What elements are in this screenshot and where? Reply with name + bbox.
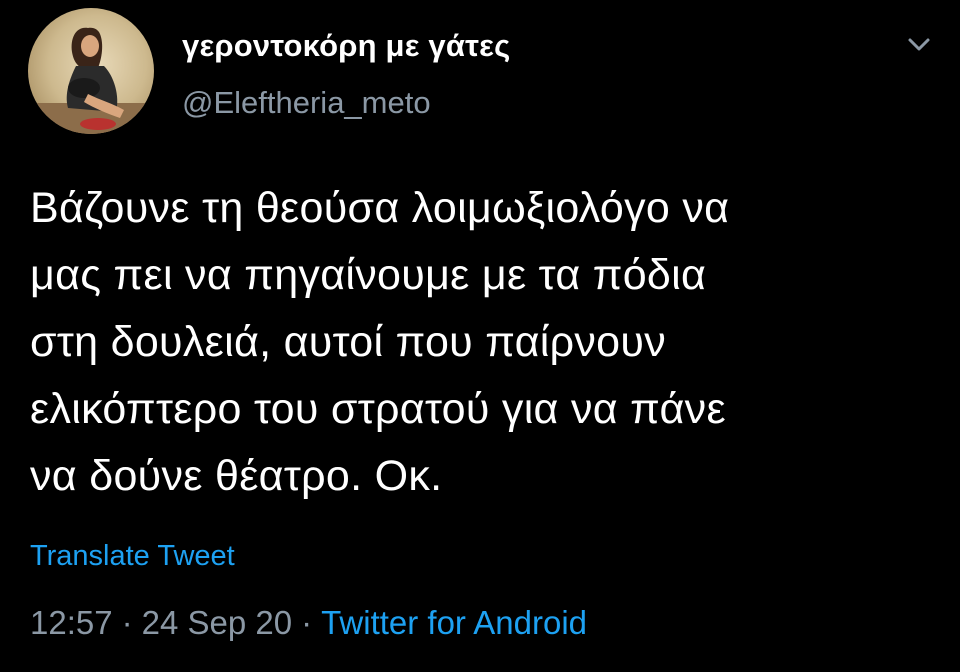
chevron-down-icon — [908, 38, 930, 51]
tweet-menu-button[interactable] — [898, 28, 940, 62]
tweet-card: γεροντοκόρη με γάτες @Eleftheria_meto Βά… — [0, 0, 960, 672]
meta-separator: · — [121, 604, 133, 641]
author-avatar[interactable] — [28, 8, 154, 134]
tweet-text: Βάζουνε τη θεούσα λοιμωξιολόγο να μας πε… — [30, 184, 730, 500]
tweet-date: 24 Sep 20 — [141, 604, 293, 641]
author-display-name[interactable]: γεροντοκόρη με γάτες — [182, 28, 510, 64]
tweet-time: 12:57 — [30, 604, 113, 641]
tweet-source-link[interactable]: Twitter for Android — [321, 604, 587, 641]
avatar-photo-icon — [28, 8, 154, 134]
translate-tweet-link[interactable]: Translate Tweet — [30, 540, 235, 573]
tweet-metadata: 12:57 · 24 Sep 20 · Twitter for Android — [30, 604, 587, 642]
author-handle[interactable]: @Eleftheria_meto — [182, 85, 431, 121]
meta-separator: · — [301, 604, 313, 641]
